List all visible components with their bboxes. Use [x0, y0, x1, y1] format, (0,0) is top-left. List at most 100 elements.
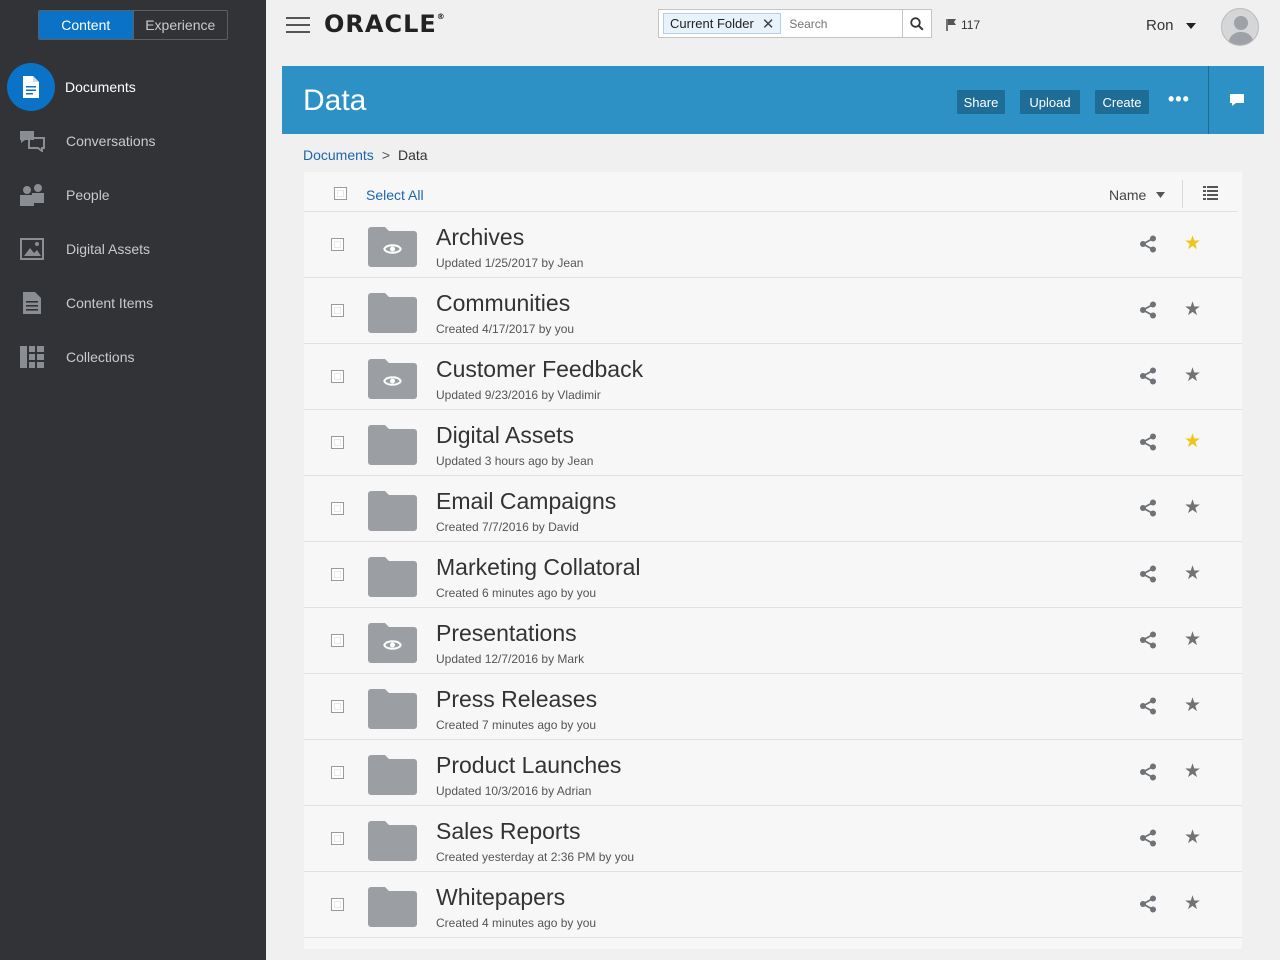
folder-meta: Created 7/7/2016 by David [436, 520, 579, 534]
remove-scope-icon[interactable]: ✕ [762, 15, 775, 33]
folder-meta: Updated 10/3/2016 by Adrian [436, 784, 592, 798]
row-checkbox[interactable] [331, 832, 344, 845]
share-icon[interactable] [1139, 631, 1157, 649]
list-item[interactable]: Email Campaigns Created 7/7/2016 by David… [304, 476, 1242, 542]
folder-name[interactable]: Digital Assets [436, 422, 574, 449]
folder-icon [368, 755, 417, 795]
sort-menu[interactable]: Name [1109, 187, 1166, 203]
share-icon[interactable] [1139, 235, 1157, 253]
favorite-star-icon[interactable]: ★ [1184, 696, 1201, 716]
user-avatar-icon [1228, 16, 1254, 45]
folder-icon [368, 425, 417, 465]
favorite-star-icon[interactable]: ★ [1184, 366, 1201, 386]
hamburger-menu-icon[interactable] [286, 17, 310, 33]
page-title: Data [303, 84, 367, 117]
share-icon[interactable] [1139, 829, 1157, 847]
tab-content[interactable]: Content [39, 11, 133, 39]
share-icon[interactable] [1139, 697, 1157, 715]
folder-name[interactable]: Customer Feedback [436, 356, 643, 383]
document-icon [23, 76, 39, 98]
share-icon[interactable] [1139, 565, 1157, 583]
search-input[interactable] [789, 16, 900, 31]
sidebar-item-label: People [66, 187, 110, 203]
favorite-star-icon[interactable]: ★ [1184, 894, 1201, 914]
select-all-link[interactable]: Select All [366, 187, 424, 203]
list-item[interactable]: Sales Reports Created yesterday at 2:36 P… [304, 806, 1242, 872]
avatar[interactable] [1221, 8, 1259, 46]
list-item[interactable]: Product Launches Updated 10/3/2016 by Adr… [304, 740, 1242, 806]
row-checkbox[interactable] [331, 436, 344, 449]
flags-button[interactable]: 117 [946, 18, 980, 32]
folder-name[interactable]: Whitepapers [436, 884, 565, 911]
folder-name[interactable]: Sales Reports [436, 818, 580, 845]
sidebar-item-people[interactable]: People [0, 170, 266, 220]
list-item[interactable]: Customer Feedback Updated 9/23/2016 by Vl… [304, 344, 1242, 410]
more-actions-icon[interactable]: ••• [1168, 90, 1190, 108]
upload-button[interactable]: Upload [1020, 90, 1080, 114]
favorite-star-icon[interactable]: ★ [1184, 762, 1201, 782]
row-checkbox[interactable] [331, 502, 344, 515]
create-button[interactable]: Create [1095, 90, 1149, 114]
row-checkbox[interactable] [331, 700, 344, 713]
row-checkbox[interactable] [331, 634, 344, 647]
folder-name[interactable]: Marketing Collatoral [436, 554, 641, 581]
sidebar-item-label: Conversations [66, 133, 156, 149]
row-checkbox[interactable] [331, 370, 344, 383]
active-indicator [7, 63, 55, 111]
folder-name[interactable]: Archives [436, 224, 524, 251]
tab-experience[interactable]: Experience [132, 11, 228, 39]
chat-bubble-icon [1229, 93, 1244, 106]
list-view-icon[interactable] [1203, 186, 1218, 205]
row-checkbox[interactable] [331, 238, 344, 251]
favorite-star-icon[interactable]: ★ [1184, 498, 1201, 518]
folder-name[interactable]: Communities [436, 290, 570, 317]
conversation-panel-button[interactable] [1208, 66, 1264, 134]
share-button[interactable]: Share [957, 90, 1005, 114]
list-item[interactable]: Presentations Updated 12/7/2016 by Mark ★ [304, 608, 1242, 674]
list-item[interactable]: Communities Created 4/17/2017 by you ★ [304, 278, 1242, 344]
breadcrumb: Documents > Data [303, 147, 428, 163]
row-checkbox[interactable] [331, 568, 344, 581]
share-icon[interactable] [1139, 763, 1157, 781]
share-icon[interactable] [1139, 499, 1157, 517]
folder-icon [368, 887, 417, 927]
list-item[interactable]: Archives Updated 1/25/2017 by Jean ★ [304, 212, 1242, 278]
sidebar-item-digital-assets[interactable]: Digital Assets [0, 224, 266, 274]
user-menu[interactable]: Ron [1146, 17, 1196, 34]
share-icon[interactable] [1139, 301, 1157, 319]
search-icon [910, 16, 924, 31]
favorite-star-icon[interactable]: ★ [1184, 234, 1201, 254]
list-item[interactable]: Digital Assets Updated 3 hours ago by Jea… [304, 410, 1242, 476]
favorite-star-icon[interactable]: ★ [1184, 300, 1201, 320]
folder-meta: Updated 3 hours ago by Jean [436, 454, 594, 468]
oracle-logo: ORACLE® [324, 10, 446, 38]
top-bar: ORACLE® Current Folder ✕ 117 Ron [266, 0, 1280, 50]
folder-name[interactable]: Presentations [436, 620, 577, 647]
favorite-star-icon[interactable]: ★ [1184, 564, 1201, 584]
share-icon[interactable] [1139, 895, 1157, 913]
row-checkbox[interactable] [331, 898, 344, 911]
sidebar-item-content-items[interactable]: Content Items [0, 278, 266, 328]
search-scope-label: Current Folder [670, 16, 754, 31]
favorite-star-icon[interactable]: ★ [1184, 432, 1201, 452]
share-icon[interactable] [1139, 433, 1157, 451]
divider [1182, 180, 1183, 208]
sidebar-item-collections[interactable]: Collections [0, 332, 266, 382]
row-checkbox[interactable] [331, 304, 344, 317]
list-item[interactable]: Press Releases Created 7 minutes ago by y… [304, 674, 1242, 740]
search-button[interactable] [902, 10, 931, 37]
favorite-star-icon[interactable]: ★ [1184, 630, 1201, 650]
breadcrumb-documents[interactable]: Documents [303, 147, 374, 163]
folder-name[interactable]: Product Launches [436, 752, 621, 779]
list-item[interactable]: Whitepapers Created 4 minutes ago by you ★ [304, 872, 1242, 938]
list-item[interactable]: Marketing Collatoral Created 6 minutes ag… [304, 542, 1242, 608]
sidebar-item-conversations[interactable]: Conversations [0, 116, 266, 166]
folder-name[interactable]: Press Releases [436, 686, 597, 713]
row-checkbox[interactable] [331, 766, 344, 779]
folder-name[interactable]: Email Campaigns [436, 488, 616, 515]
select-all-checkbox[interactable] [334, 187, 347, 200]
sidebar-item-documents[interactable]: Documents [0, 62, 266, 112]
flag-count-label: 117 [961, 18, 981, 32]
favorite-star-icon[interactable]: ★ [1184, 828, 1201, 848]
share-icon[interactable] [1139, 367, 1157, 385]
